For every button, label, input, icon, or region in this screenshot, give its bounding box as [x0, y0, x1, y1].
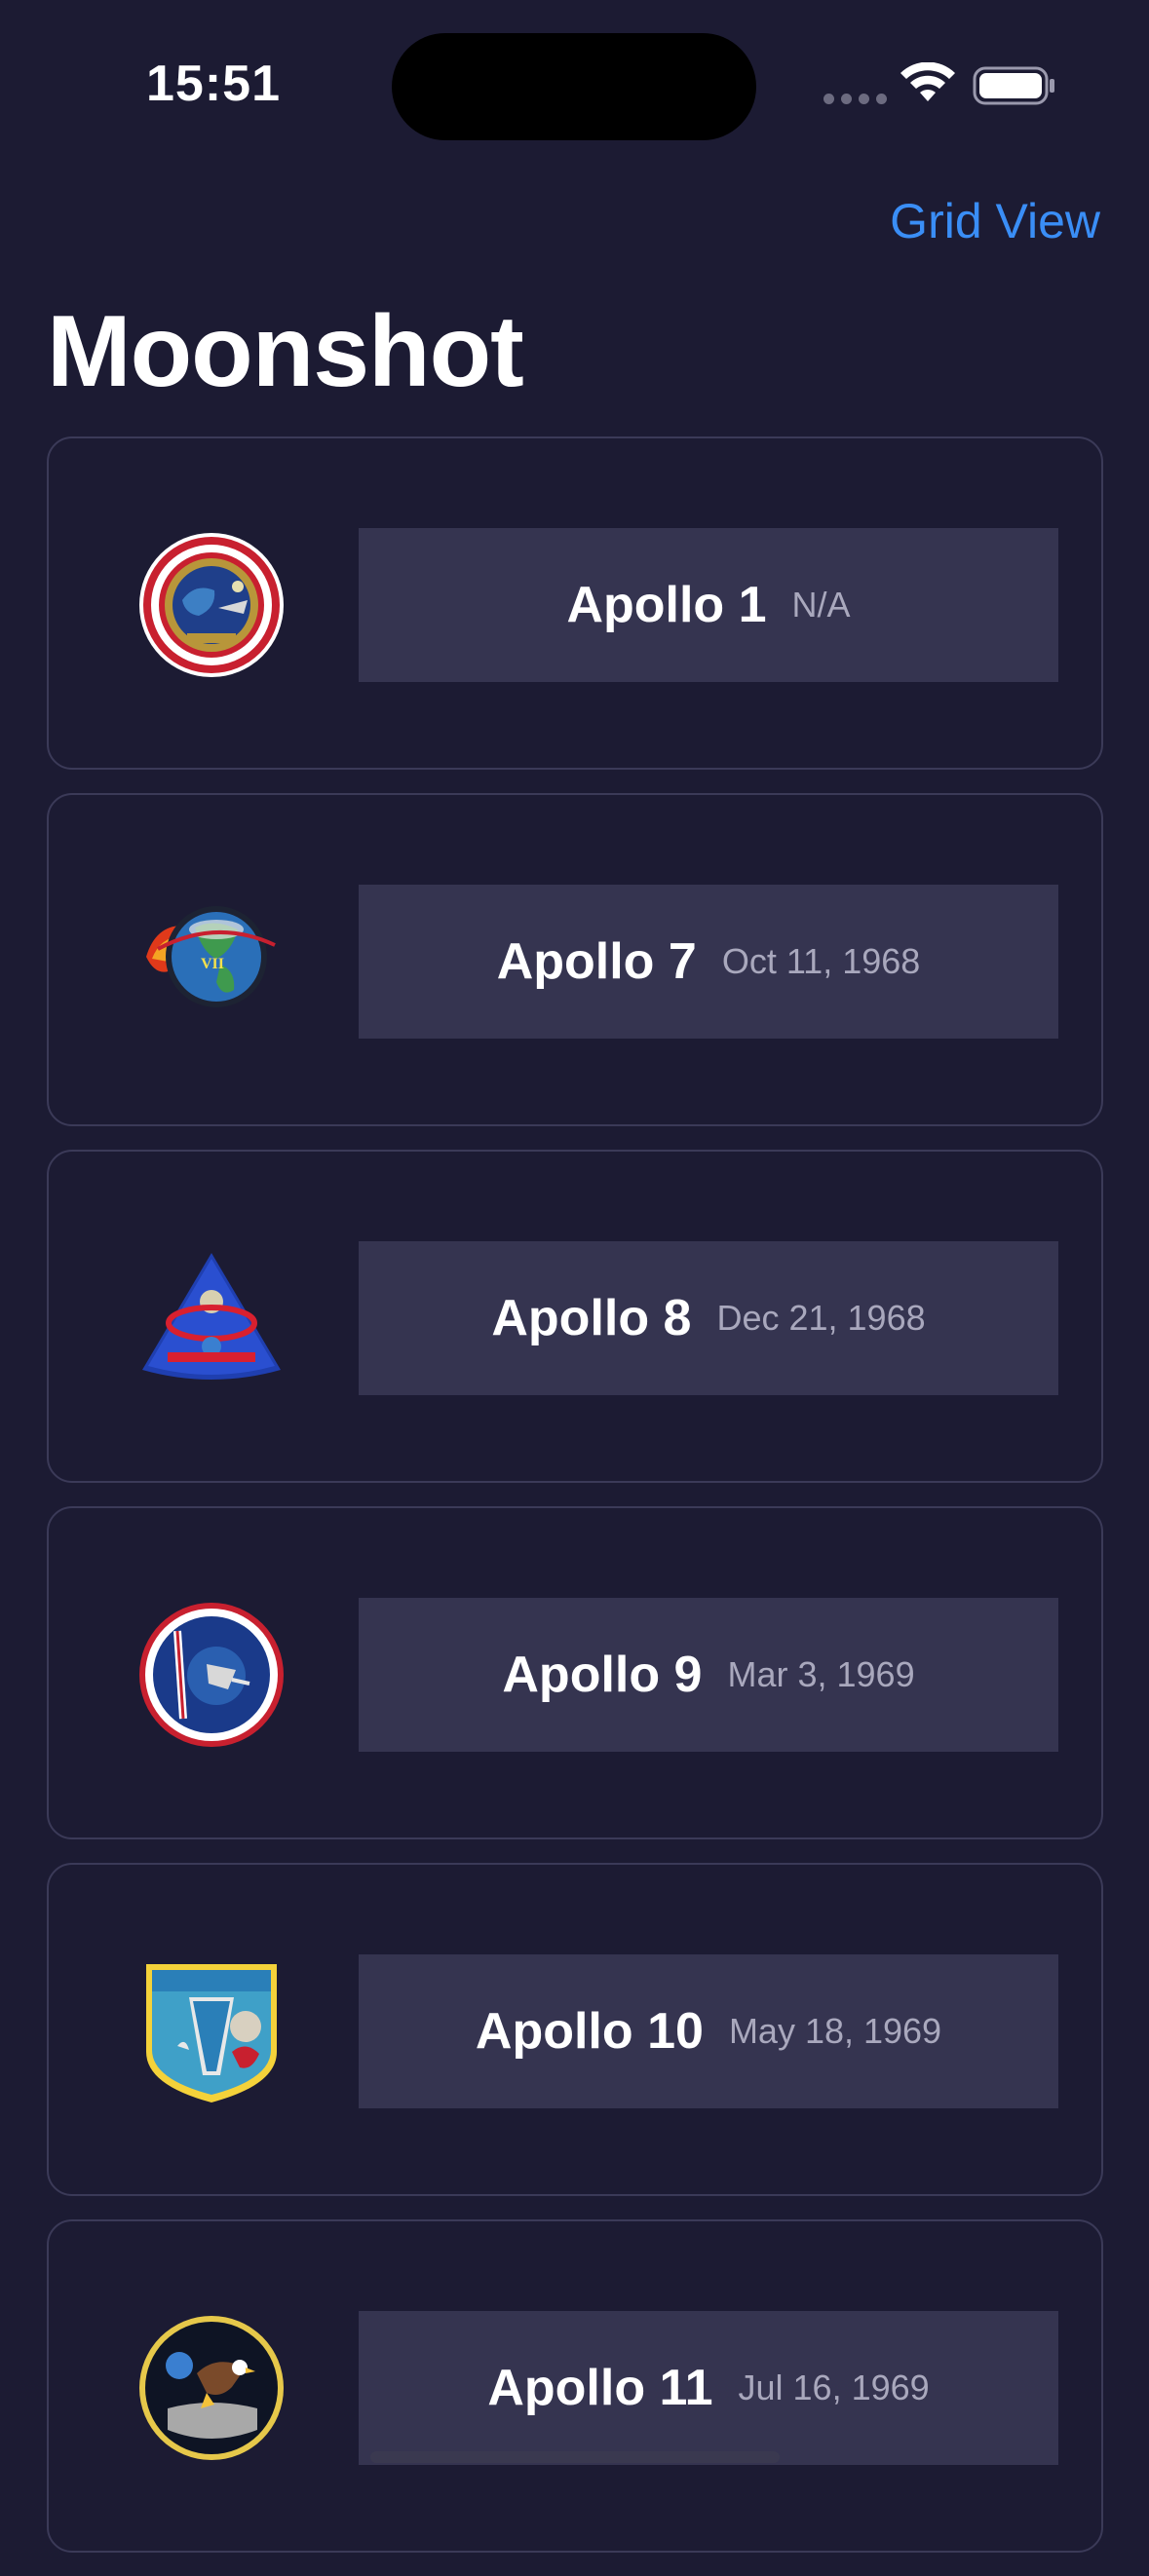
battery-icon — [973, 66, 1054, 105]
svg-text:VII: VII — [201, 956, 224, 972]
wifi-icon — [900, 62, 955, 101]
dynamic-island — [392, 33, 756, 140]
mission-name: Apollo 1 — [566, 577, 767, 633]
mission-label: Apollo 8 Dec 21, 1968 — [359, 1241, 1058, 1395]
mission-card-apollo-7[interactable]: VII Apollo 7 Oct 11, 1968 — [47, 793, 1103, 1126]
mission-name: Apollo 9 — [502, 1647, 703, 1703]
apollo-11-patch-icon — [138, 2315, 285, 2461]
mission-label: Apollo 9 Mar 3, 1969 — [359, 1598, 1058, 1752]
mission-label: Apollo 10 May 18, 1969 — [359, 1954, 1058, 2108]
mission-name: Apollo 10 — [475, 2003, 704, 2060]
mission-date: Oct 11, 1968 — [721, 941, 921, 981]
mission-card-apollo-11[interactable]: Apollo 11 Jul 16, 1969 — [47, 2219, 1103, 2553]
apollo-10-patch-icon — [138, 1958, 285, 2104]
apollo-8-patch-icon — [138, 1245, 285, 1391]
mission-name: Apollo 8 — [491, 1290, 692, 1346]
status-time: 15:51 — [146, 56, 281, 112]
mission-label: Apollo 7 Oct 11, 1968 — [359, 885, 1058, 1039]
cellular-signal-icon — [823, 94, 887, 104]
mission-name: Apollo 11 — [487, 2360, 713, 2416]
mission-card-apollo-8[interactable]: Apollo 8 Dec 21, 1968 — [47, 1150, 1103, 1483]
mission-date: Mar 3, 1969 — [727, 1654, 915, 1694]
apollo-7-patch-icon: VII — [138, 889, 285, 1035]
apollo-1-patch-icon — [138, 532, 285, 678]
mission-label: Apollo 1 N/A — [359, 528, 1058, 682]
status-bar: 15:51 — [0, 0, 1149, 166]
mission-card-apollo-10[interactable]: Apollo 10 May 18, 1969 — [47, 1863, 1103, 2196]
mission-label: Apollo 11 Jul 16, 1969 — [359, 2311, 1058, 2465]
mission-name: Apollo 7 — [496, 933, 697, 990]
mission-card-apollo-1[interactable]: Apollo 1 N/A — [47, 436, 1103, 770]
mission-date: N/A — [791, 585, 851, 625]
page-title: Moonshot — [47, 295, 524, 408]
apollo-9-patch-icon — [138, 1602, 285, 1748]
mission-date: Jul 16, 1969 — [738, 2368, 930, 2407]
mission-date: Dec 21, 1968 — [716, 1298, 926, 1338]
mission-card-apollo-9[interactable]: Apollo 9 Mar 3, 1969 — [47, 1506, 1103, 1839]
mission-date: May 18, 1969 — [728, 2011, 942, 2051]
mission-list: Apollo 1 N/A VII Apollo 7 Oct 11, 1968 A… — [47, 436, 1103, 2576]
home-indicator[interactable] — [370, 2451, 780, 2463]
grid-view-button[interactable]: Grid View — [890, 193, 1100, 249]
